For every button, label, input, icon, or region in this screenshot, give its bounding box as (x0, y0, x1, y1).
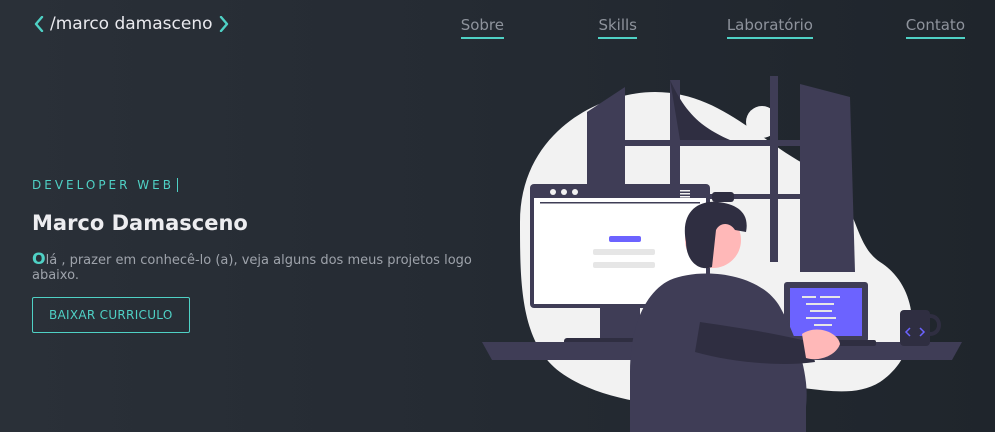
developer-illustration (480, 72, 970, 432)
nav-item-skills[interactable]: Skills (598, 16, 637, 39)
site-header: /marco damasceno Sobre Skills Laboratóri… (0, 0, 995, 60)
nav-item-contato[interactable]: Contato (905, 16, 965, 39)
hero-eyebrow: DEVELOPER WEB (32, 178, 178, 192)
download-cv-button[interactable]: BAIXAR CURRICULO (32, 297, 190, 333)
nav-item-sobre[interactable]: Sobre (460, 16, 504, 39)
logo-text: /marco damasceno (50, 14, 213, 34)
mug (900, 310, 930, 346)
hero-section: DEVELOPER WEB Marco Damasceno Olá , praz… (32, 174, 502, 333)
hero-name: Marco Damasceno (32, 211, 248, 235)
nav-item-laboratorio[interactable]: Laboratório (726, 16, 813, 39)
intro-text: lá , prazer em conhecê-lo (a), veja algu… (32, 253, 472, 283)
chevron-right-icon (219, 16, 229, 32)
logo[interactable]: /marco damasceno (34, 14, 229, 34)
hero-intro: Olá , prazer em conhecê-lo (a), veja alg… (32, 249, 502, 283)
intro-first-letter: O (32, 249, 46, 268)
chevron-left-icon (34, 16, 44, 32)
